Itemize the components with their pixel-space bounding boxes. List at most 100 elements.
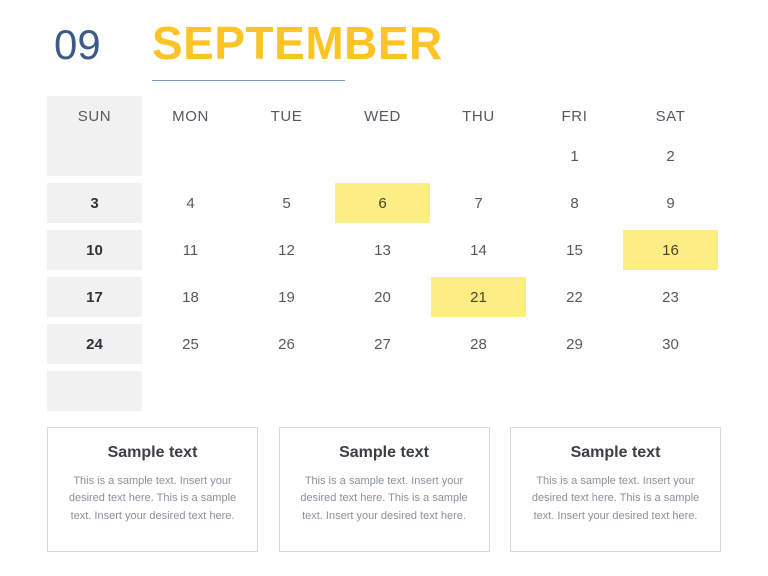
day-number: 12 — [278, 241, 295, 259]
calendar-day-empty — [143, 136, 238, 176]
note-title: Sample text — [570, 444, 661, 461]
day-number: 14 — [470, 241, 487, 259]
calendar-day-19[interactable]: 19 — [239, 277, 334, 317]
calendar-day-29[interactable]: 29 — [527, 324, 622, 364]
calendar-day-8[interactable]: 8 — [527, 183, 622, 223]
calendar-day-22[interactable]: 22 — [527, 277, 622, 317]
weekday-label: FRI — [561, 107, 588, 125]
calendar-day-26[interactable]: 26 — [239, 324, 334, 364]
calendar-week-row: 24 25 26 27 28 29 30 — [47, 324, 721, 364]
day-number: 15 — [566, 241, 583, 259]
calendar-day-4[interactable]: 4 — [143, 183, 238, 223]
calendar-day-15[interactable]: 15 — [527, 230, 622, 270]
calendar-day-30[interactable]: 30 — [623, 324, 718, 364]
weekday-header-thu: THU — [431, 96, 526, 136]
calendar-day-7[interactable]: 7 — [431, 183, 526, 223]
month-name: SEPTEMBER — [152, 17, 443, 69]
weekday-header-tue: TUE — [239, 96, 334, 136]
month-number: 09 — [54, 21, 101, 68]
day-number: 29 — [566, 335, 583, 353]
note-body: This is a sample text. Insert your desir… — [300, 474, 468, 523]
calendar-day-empty — [335, 371, 430, 411]
calendar-day-3[interactable]: 3 — [47, 183, 142, 223]
calendar-day-12[interactable]: 12 — [239, 230, 334, 270]
calendar-day-10[interactable]: 10 — [47, 230, 142, 270]
calendar-day-14[interactable]: 14 — [431, 230, 526, 270]
calendar-day-empty — [47, 371, 142, 411]
calendar-day-empty — [335, 136, 430, 176]
calendar-day-6[interactable]: 6 — [335, 183, 430, 223]
calendar-grid: SUN MON TUE WED THU FRI SAT 1 2 3 4 5 6 7 8 9 10 11 12 13 1… — [47, 96, 721, 411]
day-number: 28 — [470, 335, 487, 353]
calendar-day-empty — [143, 371, 238, 411]
day-number: 9 — [666, 194, 675, 212]
note-body: This is a sample text. Insert your desir… — [68, 474, 237, 523]
calendar-day-2[interactable]: 2 — [623, 136, 718, 176]
weekday-header-sat: SAT — [623, 96, 718, 136]
note-boxes: Sample text This is a sample text. Insert… — [47, 427, 721, 552]
weekday-label: MON — [172, 107, 209, 125]
calendar-week-row: 12 — [47, 136, 721, 176]
note-body: This is a sample text. Insert your desir… — [531, 474, 700, 523]
calendar-week-row: 10 11 12 13 14 15 16 — [47, 230, 721, 270]
calendar-day-27[interactable]: 27 — [335, 324, 430, 364]
calendar-day-20[interactable]: 20 — [335, 277, 430, 317]
weekday-header-sun: SUN — [47, 96, 142, 136]
day-number: 11 — [182, 241, 199, 259]
calendar-day-17[interactable]: 17 — [47, 277, 142, 317]
calendar-day-25[interactable]: 25 — [143, 324, 238, 364]
calendar-day-empty — [239, 371, 334, 411]
day-number: 26 — [278, 335, 295, 353]
day-number: 13 — [374, 241, 391, 259]
calendar-day-23[interactable]: 23 — [623, 277, 718, 317]
day-number: 6 — [378, 194, 387, 212]
weekday-header-fri: FRI — [527, 96, 622, 136]
calendar-day-13[interactable]: 13 — [335, 230, 430, 270]
day-number: 27 — [374, 335, 391, 353]
day-number: 17 — [86, 288, 103, 306]
note-box[interactable]: Sample text This is a sample text. Insert… — [510, 427, 721, 552]
day-number: 30 — [662, 335, 679, 353]
calendar-day-1[interactable]: 1 — [527, 136, 622, 176]
calendar-day-18[interactable]: 18 — [143, 277, 238, 317]
weekday-label: SUN — [77, 107, 112, 125]
note-box[interactable]: Sample text This is a sample text. Insert… — [278, 427, 490, 552]
calendar-day-16[interactable]: 16 — [623, 230, 718, 270]
calendar-day-empty — [527, 371, 622, 411]
calendar-week-row — [47, 371, 721, 411]
calendar-week-row: 17 18 19 20 21 22 23 — [47, 277, 721, 317]
day-number: 1 — [570, 147, 579, 165]
calendar-day-9[interactable]: 9 — [623, 183, 718, 223]
calendar-day-28[interactable]: 28 — [431, 324, 526, 364]
day-number: 19 — [278, 288, 295, 306]
weekday-header-mon: MON — [143, 96, 238, 136]
day-number: 23 — [662, 288, 679, 306]
weekday-label: WED — [364, 107, 401, 125]
header-divider — [152, 80, 345, 81]
weekday-header-row: SUN MON TUE WED THU FRI SAT — [47, 96, 721, 136]
calendar-day-21[interactable]: 21 — [431, 277, 526, 317]
day-number: 20 — [374, 288, 391, 306]
calendar-day-11[interactable]: 11 — [143, 230, 238, 270]
calendar-day-24[interactable]: 24 — [47, 324, 142, 364]
weekday-label: TUE — [270, 107, 303, 125]
day-number: 16 — [662, 241, 679, 259]
weekday-label: SAT — [655, 107, 686, 125]
day-number: 8 — [570, 194, 579, 212]
note-box[interactable]: Sample text This is a sample text. Insert… — [47, 427, 258, 552]
calendar-day-empty — [431, 136, 526, 176]
note-title: Sample text — [339, 444, 429, 461]
calendar-day-5[interactable]: 5 — [239, 183, 334, 223]
day-number: 25 — [182, 335, 199, 353]
weekday-label: THU — [462, 107, 495, 125]
day-number: 3 — [90, 194, 99, 212]
day-number: 4 — [186, 194, 195, 212]
day-number: 5 — [282, 194, 291, 212]
calendar-day-empty — [431, 371, 526, 411]
calendar-header: 09 SEPTEMBER — [47, 17, 727, 84]
day-number: 7 — [474, 194, 483, 212]
calendar-week-row: 3 4 5 6 7 8 9 — [47, 183, 721, 223]
day-number: 10 — [86, 241, 103, 259]
weekday-header-wed: WED — [335, 96, 430, 136]
calendar-day-empty — [623, 371, 718, 411]
